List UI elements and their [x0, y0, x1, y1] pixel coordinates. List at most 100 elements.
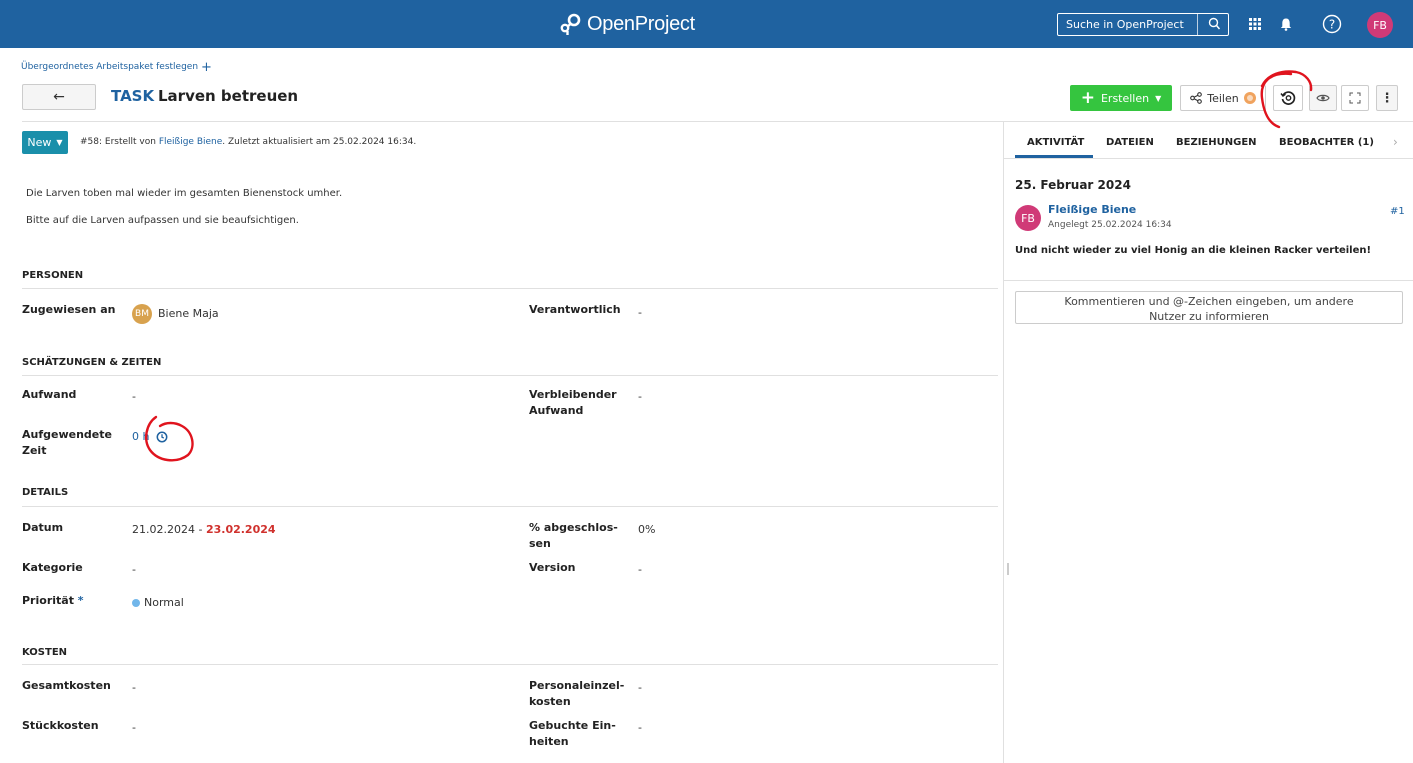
unit-costs-field[interactable]: - [132, 720, 136, 736]
tabs-divider [1003, 158, 1413, 159]
create-button[interactable]: + Erstellen ▼ [1070, 85, 1172, 111]
header-divider [22, 121, 1413, 122]
work-field[interactable]: - [132, 389, 136, 405]
share-icon [1190, 92, 1203, 104]
annotation-overlay [144, 70, 1313, 462]
unit-costs-label: Stückkosten [22, 719, 99, 732]
split-divider[interactable] [1003, 121, 1004, 763]
labor-costs-field[interactable]: - [638, 680, 642, 696]
tab-activity[interactable]: AKTIVITÄT [1027, 137, 1084, 148]
search-placeholder: Suche in OpenProject [1066, 18, 1184, 31]
set-parent-link[interactable]: Übergeordnetes Arbeitspaket festlegen + [21, 59, 212, 75]
section-title-details: DETAILS [22, 487, 69, 498]
total-costs-label: Gesamtkosten [22, 679, 111, 692]
arrow-left-icon: ← [53, 89, 65, 105]
priority-label: Priorität * [22, 594, 84, 607]
eye-icon [1316, 94, 1330, 102]
fullscreen-button[interactable] [1341, 85, 1369, 111]
activity-user-link[interactable]: Fleißige Biene [1048, 203, 1136, 216]
workpackage-type: TASK [111, 87, 155, 105]
activity-number-link[interactable]: #1 [1390, 206, 1405, 217]
tab-relations[interactable]: BEZIEHUNGEN [1176, 137, 1257, 148]
activity-timestamp: Angelegt 25.02.2024 16:34 [1048, 220, 1172, 230]
resize-handle[interactable] [1007, 563, 1009, 575]
status-label: New [27, 136, 52, 149]
section-divider [22, 664, 998, 665]
work-label: Aufwand [22, 388, 77, 401]
activity-date-header: 25. Februar 2024 [1015, 178, 1131, 192]
share-label: Teilen [1207, 91, 1239, 105]
tab-files[interactable]: DATEIEN [1106, 137, 1154, 148]
caret-down-icon: ▼ [1155, 93, 1162, 103]
svg-text:?: ? [1329, 18, 1335, 32]
booked-units-field[interactable]: - [638, 720, 642, 736]
booked-units-label: Gebuchte Ein- heiten [529, 719, 616, 748]
description-paragraph[interactable]: Bitte auf die Larven aufpassen und sie b… [26, 215, 299, 226]
section-divider [22, 288, 998, 289]
enterprise-badge-icon [1243, 92, 1256, 104]
priority-field[interactable]: Normal [132, 595, 184, 611]
top-header: OpenProject Suche in OpenProject ? FB [0, 0, 1413, 48]
create-label: Erstellen [1100, 91, 1150, 105]
version-field[interactable]: - [638, 562, 642, 578]
status-dropdown[interactable]: New ▼ [22, 131, 68, 154]
required-marker: * [77, 594, 84, 607]
back-button[interactable]: ← [22, 84, 96, 110]
description-paragraph[interactable]: Die Larven toben mal wieder im gesamten … [26, 188, 342, 199]
activity-comment: Und nicht wieder zu viel Honig an die kl… [1015, 245, 1372, 256]
labor-costs-label: Personaleinzel- kosten [529, 679, 625, 708]
comment-input[interactable]: Kommentieren und @-Zeichen eingeben, um … [1015, 291, 1403, 324]
plus-icon: + [201, 59, 212, 75]
spent-time-link[interactable]: 0 h [132, 429, 149, 445]
chevron-right-icon[interactable]: › [1393, 135, 1398, 149]
percent-done-label: % abgeschlos- sen [529, 521, 618, 550]
app-logo[interactable]: OpenProject [558, 11, 695, 37]
plus-icon: + [1080, 88, 1095, 108]
help-icon[interactable]: ? [1321, 13, 1343, 35]
avatar: FB [1015, 205, 1041, 231]
search-icon[interactable] [1208, 17, 1221, 31]
remaining-work-label: Verbleibender Aufwand [529, 388, 617, 417]
spent-time-label: Aufgewendete Zeit [22, 428, 112, 457]
percent-done-field[interactable]: 0% [638, 522, 655, 538]
expand-icon [1349, 92, 1361, 104]
workpackage-title[interactable]: Larven betreuen [158, 87, 298, 105]
log-time-clock-icon[interactable] [156, 431, 168, 443]
assignee-label: Zugewiesen an [22, 303, 116, 316]
watch-button[interactable] [1309, 85, 1337, 111]
section-divider [22, 506, 998, 507]
modules-grid-icon[interactable] [1244, 13, 1266, 35]
share-button[interactable]: Teilen [1180, 85, 1266, 111]
priority-color-dot [132, 599, 140, 607]
more-actions-button[interactable]: ⋮ [1376, 85, 1398, 111]
responsible-label: Verantwortlich [529, 303, 621, 316]
set-parent-label: Übergeordnetes Arbeitspaket festlegen [21, 62, 199, 72]
global-search-input[interactable]: Suche in OpenProject [1057, 13, 1229, 36]
assignee-field[interactable]: BM Biene Maja [132, 304, 219, 324]
logo-text: OpenProject [587, 12, 695, 35]
bell-icon[interactable] [1275, 13, 1297, 35]
annotation-circle-clock [144, 415, 194, 462]
category-field[interactable]: - [132, 562, 136, 578]
category-label: Kategorie [22, 561, 83, 574]
tab-watchers[interactable]: BEOBACHTER (1) [1279, 137, 1374, 148]
more-vertical-icon: ⋮ [1380, 90, 1394, 106]
workpackage-meta: #58: Erstellt von Fleißige Biene. Zuletz… [80, 137, 417, 147]
date-field[interactable]: 21.02.2024 - 23.02.2024 [132, 522, 276, 538]
date-label: Datum [22, 521, 64, 534]
total-costs-field: - [132, 681, 136, 694]
section-title-estimates: SCHÄTZUNGEN & ZEITEN [22, 357, 162, 368]
caret-down-icon: ▼ [56, 138, 63, 147]
comment-divider [1003, 280, 1413, 281]
openproject-logo-icon [560, 13, 581, 35]
section-title-costs: KOSTEN [22, 647, 68, 658]
author-link[interactable]: Fleißige Biene [159, 137, 222, 147]
history-icon [1280, 91, 1296, 105]
section-title-persons: PERSONEN [22, 270, 84, 281]
version-label: Version [529, 561, 576, 574]
section-divider [22, 375, 998, 376]
responsible-field[interactable]: - [638, 305, 642, 321]
activity-history-button[interactable] [1273, 85, 1303, 111]
user-avatar[interactable]: FB [1367, 12, 1393, 38]
remaining-work-field[interactable]: - [638, 389, 642, 405]
